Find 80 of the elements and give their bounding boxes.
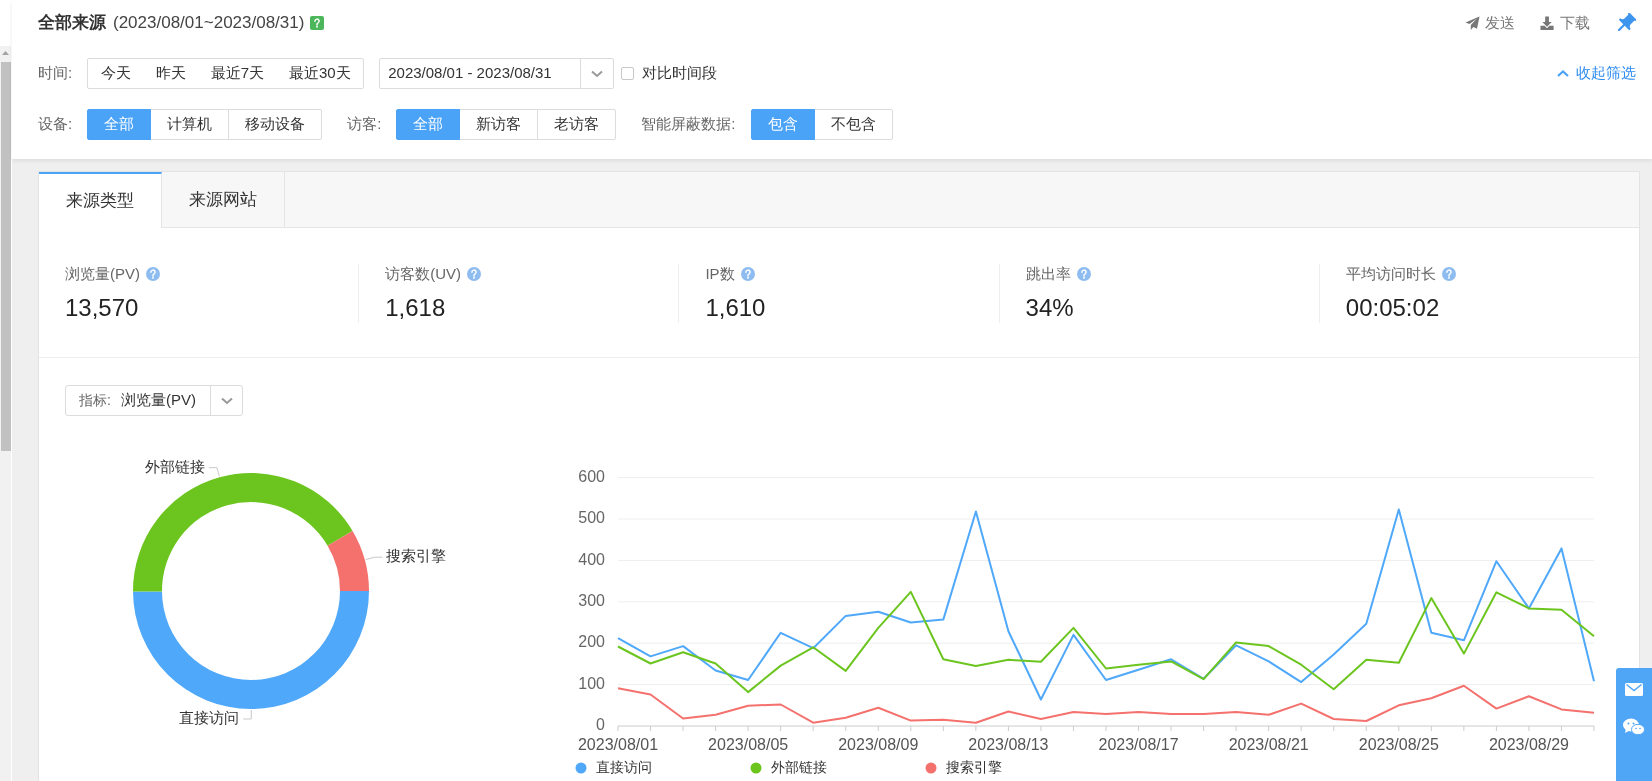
x-axis-label: 2023/08/25 xyxy=(1358,736,1439,754)
metric-select[interactable]: 指标: 浏览量(PV) xyxy=(65,385,243,416)
stat-label: 访客数(UV) xyxy=(385,263,462,284)
y-axis-label: 600 xyxy=(578,467,605,485)
time-option[interactable]: 昨天 xyxy=(143,59,199,88)
checkbox-label[interactable]: 对比时间段 xyxy=(642,62,718,85)
time-option[interactable]: 今天 xyxy=(88,59,144,88)
leader-line xyxy=(365,556,383,561)
mail-icon[interactable] xyxy=(1625,683,1643,696)
stat-label: 跳出率 xyxy=(1025,263,1071,284)
chat-icon[interactable] xyxy=(1623,718,1645,736)
help-icon[interactable] xyxy=(1441,267,1456,281)
field-label: 指标: xyxy=(79,391,111,410)
legend-label[interactable]: 外部链接 xyxy=(771,758,827,775)
download-icon xyxy=(1540,15,1555,31)
x-axis-label: 2023/08/05 xyxy=(708,736,789,754)
page-title: 全部来源 xyxy=(38,12,106,35)
x-axis-label: 2023/08/13 xyxy=(968,736,1049,754)
time-option[interactable]: 最近7天 xyxy=(198,59,277,88)
stat-value: 1,610 xyxy=(705,293,766,323)
slice-label: 外部链接 xyxy=(144,457,205,475)
legend-label[interactable]: 直接访问 xyxy=(596,758,652,775)
stat-label: 浏览量(PV) xyxy=(65,263,140,284)
help-icon[interactable] xyxy=(740,267,755,281)
slice-label: 搜索引擎 xyxy=(386,547,447,565)
help-icon[interactable] xyxy=(467,267,482,281)
checkbox[interactable] xyxy=(621,67,635,80)
slice-label: 直接访问 xyxy=(179,708,240,726)
y-axis-label: 0 xyxy=(596,716,605,734)
x-axis-label: 2023/08/09 xyxy=(838,736,919,754)
select-value: 浏览量(PV) xyxy=(120,390,196,411)
time-option[interactable]: 最近30天 xyxy=(276,59,364,88)
y-axis-label: 200 xyxy=(578,633,605,651)
help-icon[interactable] xyxy=(310,16,325,30)
y-axis-label: 500 xyxy=(578,509,605,527)
pin-icon[interactable] xyxy=(1615,12,1636,34)
leader-line xyxy=(208,467,220,477)
filter-option[interactable]: 新访客 xyxy=(459,109,539,140)
filter-label: 设备: xyxy=(38,114,73,135)
x-axis-label: 2023/08/17 xyxy=(1098,736,1179,754)
send-button[interactable]: 发送 xyxy=(1465,11,1515,35)
stat-label: 平均访问时长 xyxy=(1345,263,1436,284)
filter-label: 智能屏蔽数据: xyxy=(641,114,736,135)
legend-marker-icon[interactable] xyxy=(750,762,762,774)
filter-option[interactable]: 不包含 xyxy=(813,109,893,140)
scrollbar-thumb[interactable] xyxy=(0,62,11,451)
tab[interactable]: 来源网站 xyxy=(162,172,285,227)
x-axis-label: 2023/08/21 xyxy=(1228,736,1309,754)
legend-marker-icon[interactable] xyxy=(925,762,937,774)
help-icon[interactable] xyxy=(1076,267,1091,281)
stat-value: 13,570 xyxy=(65,293,139,323)
filter-label: 时间: xyxy=(38,63,73,84)
date-range-text: (2023/08/01~2023/08/31) xyxy=(113,12,305,35)
date-range-select[interactable]: 2023/08/01 - 2023/08/31 xyxy=(379,58,615,89)
chevron-up-icon xyxy=(1557,69,1569,78)
y-axis-label: 400 xyxy=(578,550,605,568)
y-axis-label: 100 xyxy=(578,674,605,692)
collapse-filter-link[interactable]: 收起筛选 xyxy=(1557,62,1636,85)
legend-label[interactable]: 搜索引擎 xyxy=(946,758,1002,775)
stat-label: IP数 xyxy=(705,263,735,284)
paper-plane-icon xyxy=(1465,15,1480,31)
help-icon[interactable] xyxy=(146,267,160,281)
filter-label: 访客: xyxy=(347,114,382,135)
filter-option[interactable]: 老访客 xyxy=(537,109,617,140)
x-axis-label: 2023/08/29 xyxy=(1488,736,1569,754)
tab[interactable]: 来源类型 xyxy=(39,172,162,228)
stat-value: 34% xyxy=(1025,293,1074,323)
leader-line xyxy=(242,709,252,720)
scroll-up-icon[interactable] xyxy=(2,51,9,55)
filter-option[interactable]: 计算机 xyxy=(150,109,230,140)
chevron-down-icon[interactable] xyxy=(591,69,604,78)
y-axis-label: 300 xyxy=(578,592,605,610)
filter-option[interactable]: 移动设备 xyxy=(228,109,323,140)
chevron-down-icon[interactable] xyxy=(220,396,233,405)
download-button[interactable]: 下载 xyxy=(1540,11,1590,35)
stat-value: 1,618 xyxy=(385,293,446,323)
stat-value: 00:05:02 xyxy=(1345,293,1440,323)
scrollbar[interactable] xyxy=(0,46,11,781)
legend-marker-icon[interactable] xyxy=(575,762,587,774)
x-axis-label: 2023/08/01 xyxy=(577,736,659,754)
